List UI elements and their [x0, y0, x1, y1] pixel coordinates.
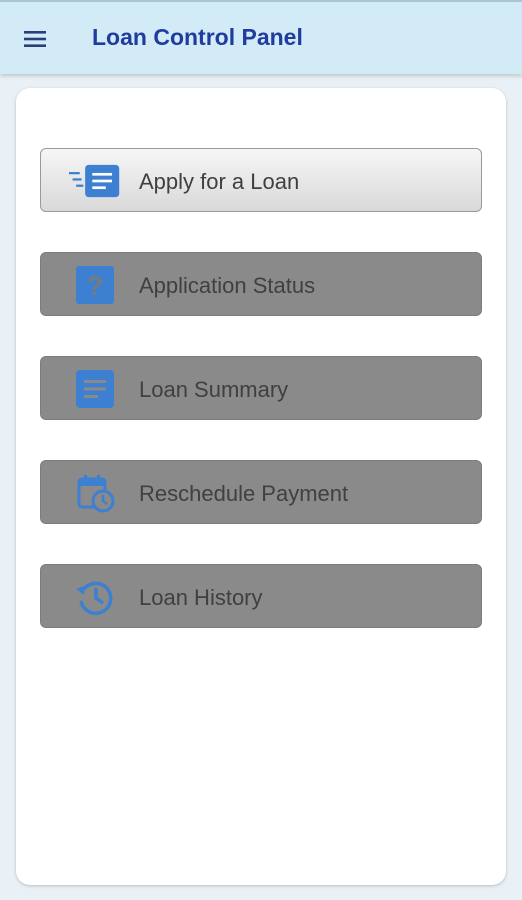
reschedule-payment-label: Reschedule Payment	[139, 481, 349, 506]
application-status-button[interactable]: ? Application Status	[40, 252, 482, 316]
reschedule-payment-button[interactable]: Reschedule Payment	[40, 460, 482, 524]
apply-for-loan-label: Apply for a Loan	[139, 169, 300, 194]
hamburger-menu-icon	[24, 31, 46, 47]
list-item: ? Application Status	[40, 252, 482, 316]
apply-for-loan-button[interactable]: Apply for a Loan	[40, 148, 482, 212]
loan-history-button[interactable]: Loan History	[40, 564, 482, 628]
list-form-icon	[69, 161, 121, 201]
list-item: Apply for a Loan	[40, 148, 482, 212]
loan-summary-button[interactable]: Loan Summary	[40, 356, 482, 420]
loan-summary-label: Loan Summary	[139, 377, 289, 402]
menu-card: Apply for a Loan ? Application Status Lo…	[16, 88, 506, 885]
list-item: Reschedule Payment	[40, 460, 482, 524]
history-icon	[69, 577, 121, 617]
document-icon	[69, 369, 121, 409]
loan-history-label: Loan History	[139, 585, 263, 610]
calendar-clock-icon	[69, 473, 121, 513]
menu-button[interactable]	[18, 22, 54, 56]
svg-text:?: ?	[87, 271, 104, 301]
app-bar: Loan Control Panel	[0, 0, 522, 74]
page-title: Loan Control Panel	[92, 24, 303, 50]
question-mark-icon: ?	[69, 265, 121, 305]
list-item: Loan Summary	[40, 356, 482, 420]
list-item: Loan History	[40, 564, 482, 628]
application-status-label: Application Status	[139, 273, 316, 298]
loan-menu-list: Apply for a Loan ? Application Status Lo…	[40, 148, 482, 668]
